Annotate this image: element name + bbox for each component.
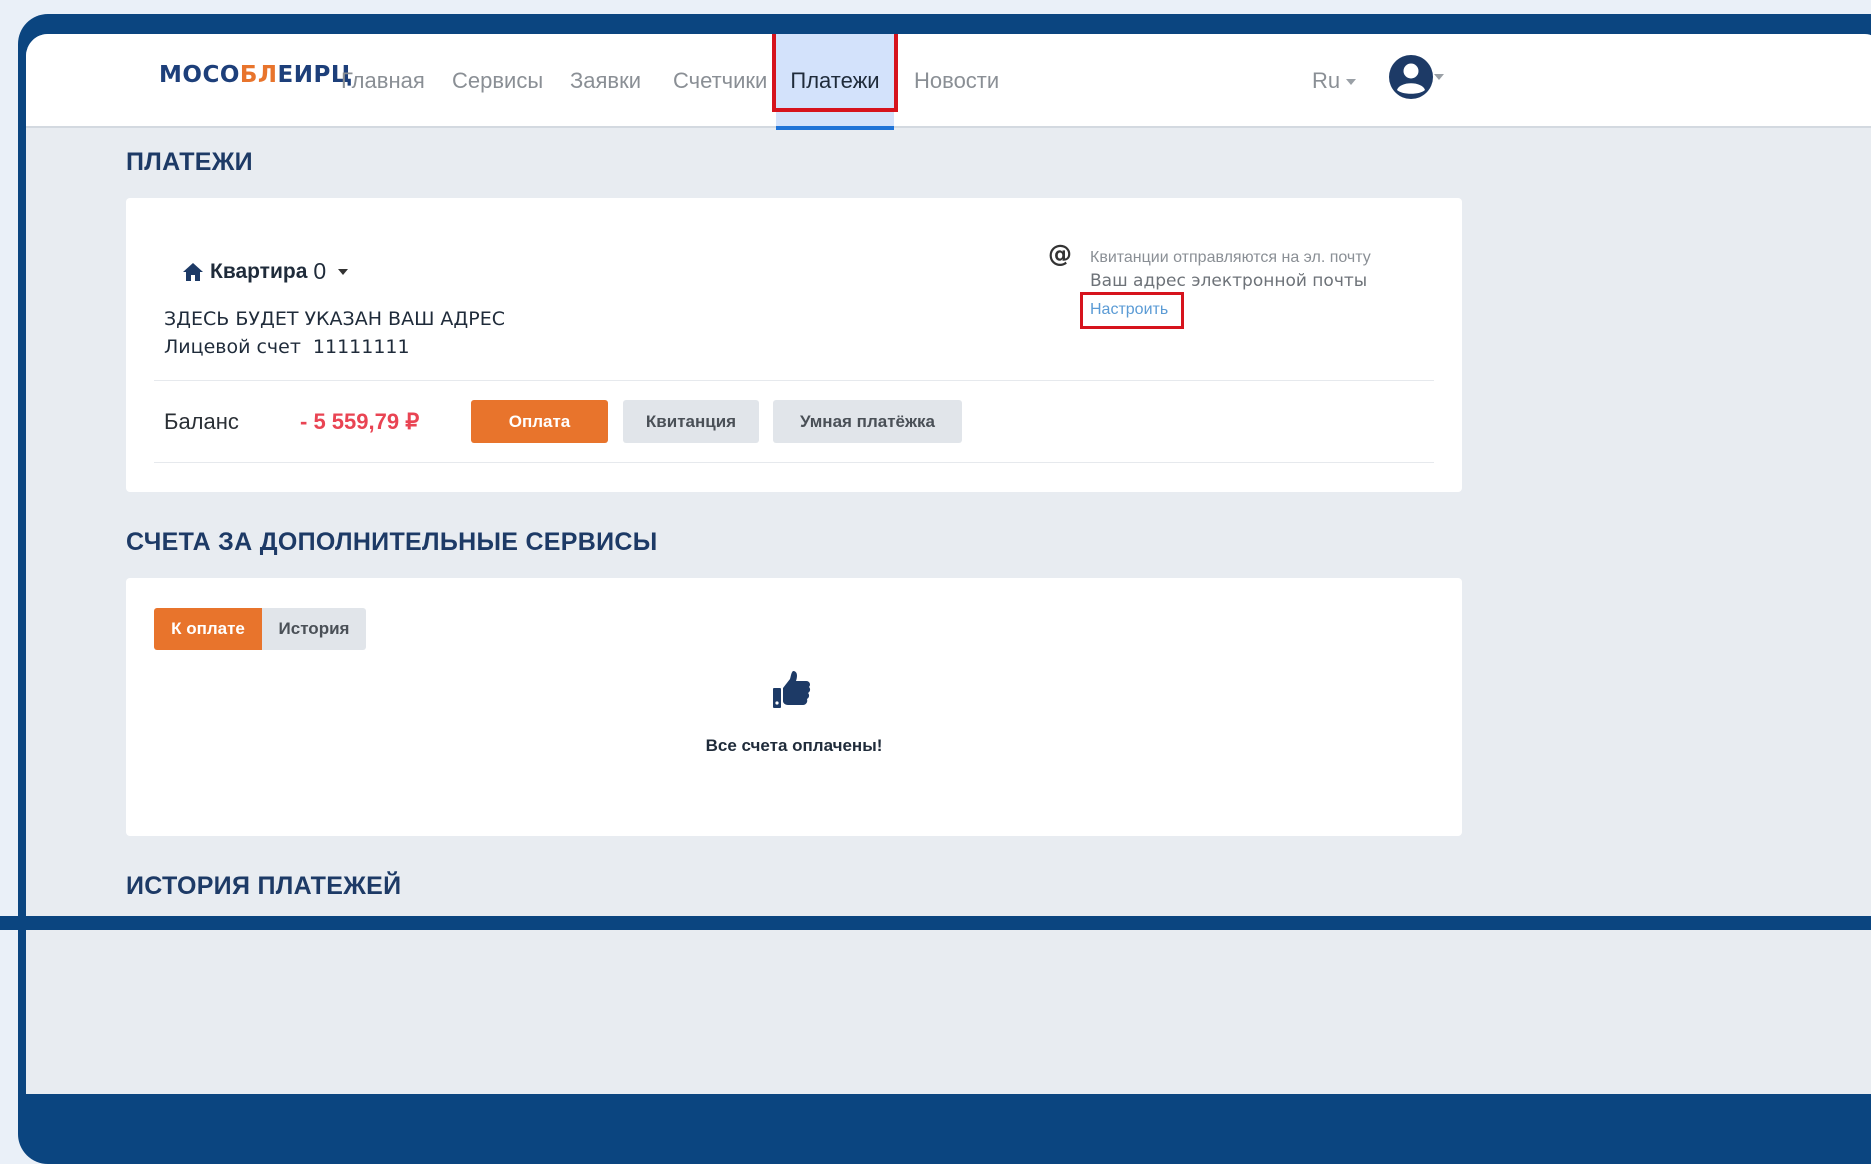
history-title: ИСТОРИЯ ПЛАТЕЖЕЙ (126, 872, 402, 900)
apartment-selector[interactable]: Квартира 0 (182, 258, 349, 285)
tab-history[interactable]: История (262, 608, 366, 650)
services-title: СЧЕТА ЗА ДОПОЛНИТЕЛЬНЫЕ СЕРВИСЫ (126, 528, 658, 556)
apartment-number: 0 (313, 258, 327, 284)
tab-to-pay[interactable]: К оплате (154, 608, 262, 650)
thumbs-up-icon (773, 671, 811, 708)
payments-card: Квартира 0 ЗДЕСЬ БУДЕТ УКАЗАН ВАШ АДРЕС … (126, 198, 1462, 492)
email-notice: Квитанции отправляются на эл. почту (1090, 249, 1371, 266)
bottom-frame-edge (0, 916, 1871, 930)
account-number: 11111111 (312, 336, 410, 358)
pay-button[interactable]: Оплата (471, 400, 608, 443)
apartment-label: Квартира (210, 259, 308, 283)
top-navbar: МОСОБЛЕИРЦ Главная Сервисы Заявки Счетчи… (26, 34, 1871, 130)
account-info: Лицевой счет 11111111 (164, 336, 410, 358)
highlight-payments-tab (772, 34, 898, 112)
smart-receipt-button[interactable]: Умная платёжка (773, 400, 962, 443)
nav-item-news[interactable]: Новости (914, 68, 999, 94)
email-address: Ваш адрес электронной почты (1090, 271, 1368, 291)
all-paid-message: Все счета оплачены! (705, 736, 883, 755)
address-text: ЗДЕСЬ БУДЕТ УКАЗАН ВАШ АДРЕС (164, 308, 506, 330)
avatar-chevron-down-icon[interactable] (1434, 74, 1444, 80)
payments-title: ПЛАТЕЖИ (126, 148, 253, 176)
nav-item-services[interactable]: Сервисы (452, 68, 543, 94)
divider (154, 462, 1434, 463)
app-window: МОСОБЛЕИРЦ Главная Сервисы Заявки Счетчи… (26, 34, 1871, 1094)
receipt-button[interactable]: Квитанция (623, 400, 759, 443)
language-selector[interactable]: Ru (1312, 68, 1357, 94)
user-avatar-icon[interactable] (1388, 54, 1434, 100)
logo[interactable]: МОСОБЛЕИРЦ (159, 62, 353, 88)
chevron-down-icon (1346, 79, 1357, 86)
account-label: Лицевой счет (164, 336, 301, 358)
nav-item-requests[interactable]: Заявки (570, 68, 641, 94)
at-sign-icon: @ (1048, 240, 1072, 268)
balance-label: Баланс (164, 409, 239, 434)
highlight-setup-link (1080, 292, 1184, 329)
nav-item-meters[interactable]: Счетчики (673, 68, 767, 94)
divider (154, 380, 1434, 381)
language-label: Ru (1312, 68, 1341, 93)
services-card: К оплате История Все счета оплачены! (126, 578, 1462, 836)
chevron-down-icon (338, 268, 349, 275)
home-icon (183, 262, 203, 281)
balance-value: - 5 559,79 ₽ (300, 409, 420, 434)
nav-item-home[interactable]: Главная (341, 68, 425, 94)
